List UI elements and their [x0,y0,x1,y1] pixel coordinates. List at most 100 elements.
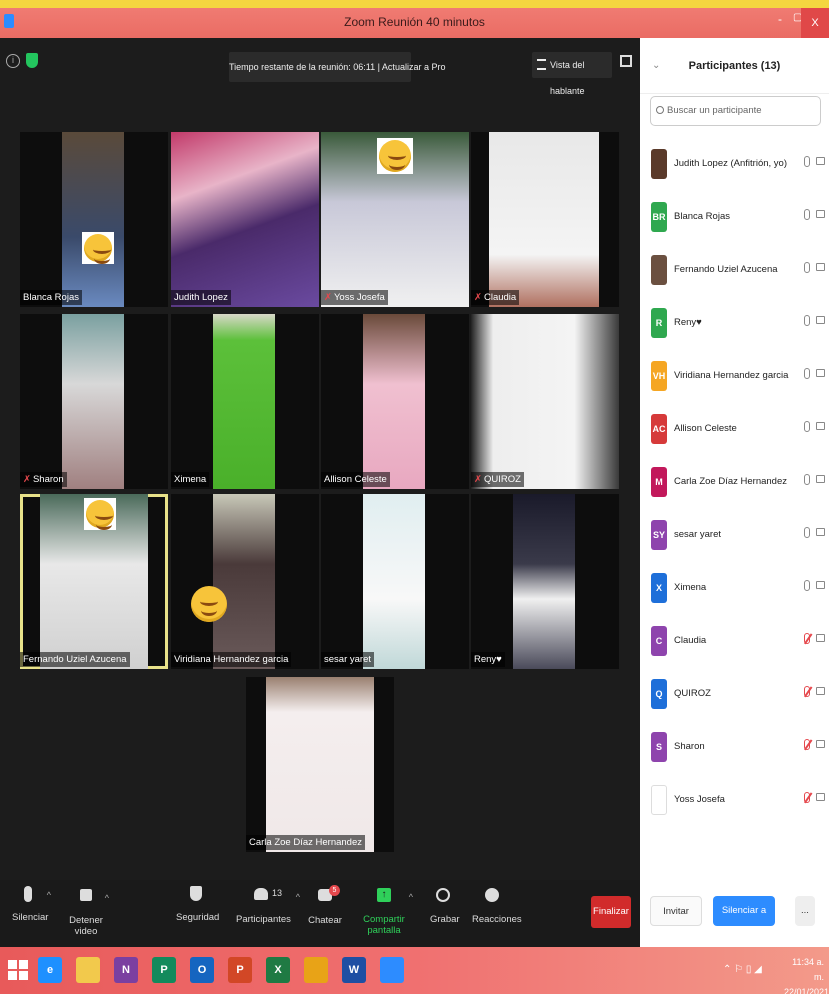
participant-name: Viridiana Hernandez garcia [674,370,789,381]
publisher-icon[interactable]: P [152,957,176,983]
mic-muted-icon[interactable] [804,739,810,750]
speaker-view-label: Vista del hablante [550,60,585,96]
microphone-icon[interactable] [804,580,810,591]
video-camera-icon[interactable] [816,316,825,324]
mic-muted-icon[interactable] [804,633,810,644]
windows-start-icon[interactable] [8,960,28,980]
video-tile[interactable]: ✗ Sharon [20,314,168,489]
participant-row[interactable]: S Sharon [640,718,829,771]
onenote-icon[interactable]: N [114,957,138,983]
video-tile[interactable]: ✗ Yoss Josefa [321,132,469,307]
video-tile[interactable]: ✗ Claudia [471,132,619,307]
mic-muted-icon: ✗ [23,474,31,485]
video-camera-icon[interactable] [816,793,825,801]
mic-muted-icon[interactable] [804,686,810,697]
chevron-up-icon[interactable]: ^ [47,890,51,900]
participants-button[interactable]: 13 ^ Participantes [236,886,300,925]
participant-row[interactable]: AC Allison Celeste [640,400,829,453]
video-camera-icon[interactable] [816,157,825,165]
video-feed [213,494,275,669]
chat-button[interactable]: 5 Chatear [308,885,342,926]
video-camera-icon[interactable] [816,634,825,642]
video-camera-icon[interactable] [816,740,825,748]
video-tile[interactable]: Allison Celeste [321,314,469,489]
info-icon[interactable]: i [6,54,20,68]
chevron-up-icon[interactable]: ^ [105,893,109,903]
reactions-button[interactable]: Reacciones [472,886,522,925]
mute-button[interactable]: ^ Silenciar [12,886,51,923]
video-camera-icon[interactable] [816,475,825,483]
microphone-icon[interactable] [804,368,810,379]
mic-muted-icon[interactable] [804,792,810,803]
participant-row[interactable]: Fernando Uziel Azucena [640,241,829,294]
video-tile[interactable]: Judith Lopez [171,132,319,307]
participant-row[interactable]: M Carla Zoe Díaz Hernandez [640,453,829,506]
microphone-icon[interactable] [804,421,810,432]
video-tile[interactable]: sesar yaret [321,494,469,669]
window-title: Zoom Reunión 40 minutos [344,15,485,29]
stop-video-button[interactable]: ^ Detener video [60,886,112,937]
participant-row[interactable]: VH Viridiana Hernandez garcia [640,347,829,400]
microphone-icon[interactable] [804,527,810,538]
video-tile-active-speaker[interactable]: Fernando Uziel Azucena [20,494,168,669]
video-tile[interactable]: Reny♥ [471,494,619,669]
participant-row[interactable]: Judith Lopez (Anfitrión, yo) [640,135,829,188]
participant-row[interactable]: X Ximena [640,559,829,612]
speaker-view-button[interactable]: Vista del hablante [532,52,612,96]
video-camera-icon[interactable] [816,528,825,536]
record-button[interactable]: Grabar [430,886,460,925]
microphone-icon[interactable] [804,262,810,273]
video-tile[interactable]: Blanca Rojas [20,132,168,307]
microphone-icon[interactable] [804,315,810,326]
video-camera-icon[interactable] [816,210,825,218]
participant-avatar: X [651,573,667,603]
minimize-button[interactable]: - [778,12,782,26]
outlook-icon[interactable]: O [190,957,214,983]
video-camera-icon[interactable] [816,369,825,377]
fullscreen-icon[interactable] [620,55,632,67]
participant-avatar: R [651,308,667,338]
chrome-icon[interactable] [304,957,328,983]
zoom-icon[interactable] [380,957,404,983]
participant-row[interactable]: SY sesar yaret [640,506,829,559]
video-tile[interactable]: Viridiana Hernandez garcia [171,494,319,669]
microphone-icon[interactable] [804,474,810,485]
participant-row[interactable]: Q QUIROZ [640,665,829,718]
mute-all-button[interactable]: Silenciar a todos [713,896,775,946]
system-tray[interactable]: ⌃ ⚐ ▯ ◢ [723,964,762,975]
video-camera-icon[interactable] [816,581,825,589]
microphone-icon[interactable] [804,156,810,167]
excel-icon[interactable]: X [266,957,290,983]
share-screen-button[interactable]: ↑ ^ Compartir pantalla [352,886,416,936]
more-options-button[interactable]: ... [795,896,815,926]
emoji-overlay [377,138,413,174]
end-meeting-button[interactable]: Finalizar [591,896,631,928]
participant-search-input[interactable]: Buscar un participante [650,96,821,126]
tile-name-label: Judith Lopez [171,290,231,305]
video-camera-icon[interactable] [816,263,825,271]
video-tile[interactable]: Carla Zoe Díaz Hernandez [246,677,394,852]
file-explorer-icon[interactable] [76,957,100,983]
close-button[interactable]: X [801,8,829,38]
participant-row[interactable]: BR Blanca Rojas [640,188,829,241]
video-camera-icon[interactable] [816,422,825,430]
powerpoint-icon[interactable]: P [228,957,252,983]
participant-row[interactable]: R Reny♥ [640,294,829,347]
encryption-shield-icon[interactable] [26,53,38,68]
video-camera-icon[interactable] [816,687,825,695]
microphone-icon[interactable] [804,209,810,220]
security-button[interactable]: Seguridad [176,886,219,923]
chevron-up-icon[interactable]: ^ [296,892,300,902]
video-feed [471,314,619,489]
chevron-up-icon[interactable]: ^ [409,892,413,902]
internet-explorer-icon[interactable]: e [38,957,62,983]
invite-button[interactable]: Invitar [650,896,702,926]
time-remaining-banner[interactable]: Tiempo restante de la reunión: 06:11 | A… [229,52,445,82]
meeting-toolbar: ^ Silenciar ^ Detener video Seguridad 13… [0,880,640,947]
participant-row[interactable]: C Claudia [640,612,829,665]
video-tile[interactable]: ✗ QUIROZ [471,314,619,489]
participant-row[interactable]: Yoss Josefa [640,771,829,824]
word-icon[interactable]: W [342,957,366,983]
video-tile[interactable]: Ximena [171,314,319,489]
taskbar-clock[interactable]: 11:34 a. m. 22/01/2021 [784,955,829,994]
